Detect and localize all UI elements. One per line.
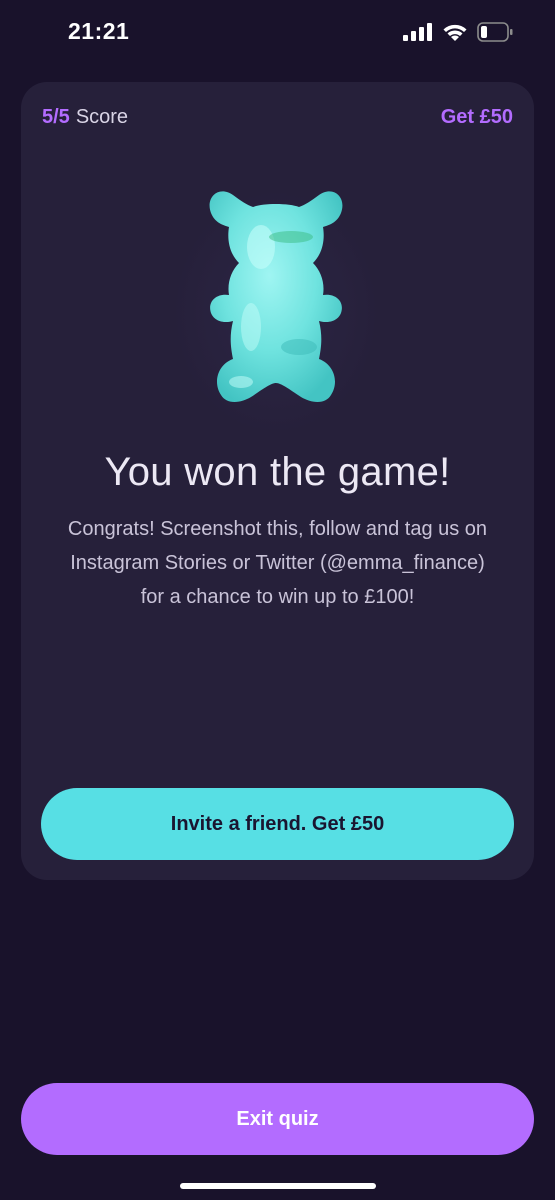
home-indicator[interactable] (180, 1183, 376, 1189)
status-time: 21:21 (68, 18, 130, 44)
battery-icon (477, 22, 513, 42)
wifi-icon (443, 24, 467, 41)
exit-quiz-button[interactable]: Exit quiz (21, 1083, 534, 1155)
headline: You won the game! (104, 450, 451, 494)
invite-friend-button[interactable]: Invite a friend. Get £50 (41, 788, 514, 860)
congrats-text: Congrats! Screenshot this, follow and ta… (67, 518, 488, 608)
score-value: 5/5 (42, 106, 70, 128)
status-bar: 21:21 (0, 0, 555, 70)
card-header: 5/5 Score Get £50 (42, 106, 513, 129)
status-icons (403, 22, 513, 42)
get-reward-link[interactable]: Get £50 (441, 106, 513, 129)
score-label: Score (75, 106, 129, 128)
cellular-signal-icon (403, 23, 432, 41)
result-card: 5/5 Score Get £50 You won the game! Congr… (21, 82, 534, 880)
gummy-bear-icon (171, 187, 381, 437)
score: 5/5 Score (42, 106, 128, 129)
